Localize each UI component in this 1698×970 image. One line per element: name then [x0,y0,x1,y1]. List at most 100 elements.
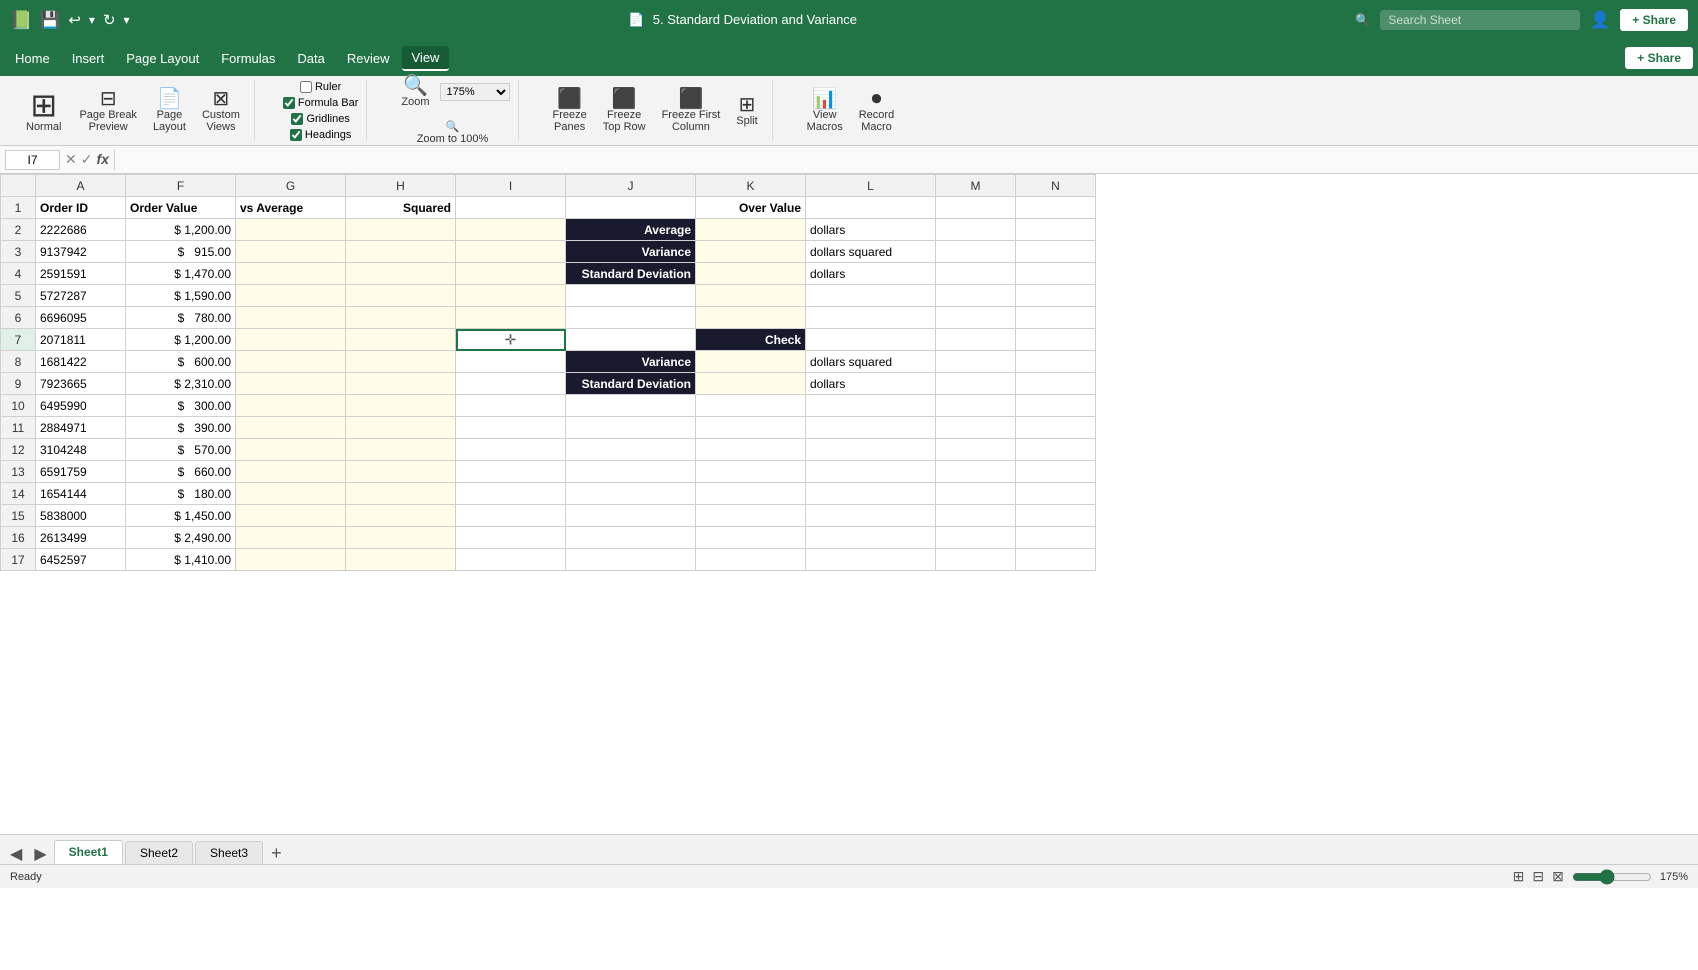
cell-A16[interactable]: 2613499 [36,527,126,549]
cell-F7[interactable]: $ 1,200.00 [126,329,236,351]
cell-L1[interactable] [806,197,936,219]
cell-K14[interactable] [696,483,806,505]
cell-J1[interactable] [566,197,696,219]
sheet-tab-sheet3[interactable]: Sheet3 [195,841,263,864]
cell-J11[interactable] [566,417,696,439]
page-layout-view-button-status[interactable]: ⊠ [1552,868,1564,885]
view-macros-button[interactable]: 📊 View Macros [801,85,849,137]
cell-N14[interactable] [1016,483,1096,505]
cell-M1[interactable] [936,197,1016,219]
cell-J12[interactable] [566,439,696,461]
cell-I17[interactable] [456,549,566,571]
cell-K15[interactable] [696,505,806,527]
cell-I1[interactable] [456,197,566,219]
cell-I3[interactable] [456,241,566,263]
cell-N3[interactable] [1016,241,1096,263]
cell-I7[interactable]: ✛ [456,329,566,351]
save-icon[interactable]: 💾 [40,10,60,30]
cell-K2[interactable] [696,219,806,241]
cell-G8[interactable] [236,351,346,373]
cell-K3[interactable] [696,241,806,263]
cell-A3[interactable]: 9137942 [36,241,126,263]
ruler-checkbox[interactable]: Ruler [300,81,341,93]
cell-J3[interactable]: Variance [566,241,696,263]
cell-M15[interactable] [936,505,1016,527]
cell-A8[interactable]: 1681422 [36,351,126,373]
cell-M14[interactable] [936,483,1016,505]
cell-J16[interactable] [566,527,696,549]
cell-A10[interactable]: 6495990 [36,395,126,417]
cell-J7[interactable] [566,329,696,351]
col-header-I[interactable]: I [456,175,566,197]
zoom-select[interactable]: 175% 100% 75% 50% [440,83,510,101]
normal-view-button[interactable]: ⊞ Normal [18,85,69,137]
menu-review[interactable]: Review [337,47,400,70]
cell-M12[interactable] [936,439,1016,461]
cell-H9[interactable] [346,373,456,395]
row-header-3[interactable]: 3 [1,241,36,263]
cell-G7[interactable] [236,329,346,351]
search-sheet-input[interactable] [1380,10,1580,30]
cell-F6[interactable]: $ 780.00 [126,307,236,329]
zoom-slider[interactable] [1572,869,1652,885]
col-header-H[interactable]: H [346,175,456,197]
split-button[interactable]: ⊞ Split [730,91,763,131]
cell-F1[interactable]: Order Value [126,197,236,219]
sheet-area[interactable]: A F G H I J K L M N 1 Order ID Order Va [0,174,1698,834]
freeze-panes-button[interactable]: ⬛ Freeze Panes [547,85,593,137]
cell-L13[interactable] [806,461,936,483]
cancel-icon[interactable]: ✕ [65,151,77,168]
headings-check-input[interactable] [290,129,302,141]
cell-N11[interactable] [1016,417,1096,439]
cell-L6[interactable] [806,307,936,329]
formula-bar-check-input[interactable] [283,97,295,109]
page-break-preview-button[interactable]: ⊟ Page Break Preview [73,85,142,137]
cell-I5[interactable] [456,285,566,307]
cell-K4[interactable] [696,263,806,285]
cell-G12[interactable] [236,439,346,461]
cell-F16[interactable]: $ 2,490.00 [126,527,236,549]
cell-L10[interactable] [806,395,936,417]
cell-I14[interactable] [456,483,566,505]
cell-N7[interactable] [1016,329,1096,351]
cell-H6[interactable] [346,307,456,329]
cell-M8[interactable] [936,351,1016,373]
cell-N15[interactable] [1016,505,1096,527]
col-header-J[interactable]: J [566,175,696,197]
cell-M3[interactable] [936,241,1016,263]
cell-J17[interactable] [566,549,696,571]
cell-L11[interactable] [806,417,936,439]
record-macro-button[interactable]: ⏺ Record Macro [853,85,900,137]
function-icon[interactable]: fx [96,151,108,168]
cell-H17[interactable] [346,549,456,571]
cell-G4[interactable] [236,263,346,285]
row-header-8[interactable]: 8 [1,351,36,373]
menu-home[interactable]: Home [5,47,60,70]
cell-H10[interactable] [346,395,456,417]
cell-J14[interactable] [566,483,696,505]
cell-G9[interactable] [236,373,346,395]
cell-L3[interactable]: dollars squared [806,241,936,263]
redo-icon[interactable]: ↻ [103,11,116,29]
cell-K5[interactable] [696,285,806,307]
row-header-1[interactable]: 1 [1,197,36,219]
col-header-M[interactable]: M [936,175,1016,197]
col-header-F[interactable]: F [126,175,236,197]
cell-H2[interactable] [346,219,456,241]
formula-input[interactable] [120,151,1693,169]
cell-I12[interactable] [456,439,566,461]
row-header-13[interactable]: 13 [1,461,36,483]
cell-G6[interactable] [236,307,346,329]
cell-M11[interactable] [936,417,1016,439]
cell-F5[interactable]: $ 1,590.00 [126,285,236,307]
undo-icon[interactable]: ↩ [68,11,81,29]
cell-F9[interactable]: $ 2,310.00 [126,373,236,395]
normal-view-button-status[interactable]: ⊞ [1513,868,1525,885]
sheet-tab-sheet2[interactable]: Sheet2 [125,841,193,864]
cell-F2[interactable]: $ 1,200.00 [126,219,236,241]
cell-G2[interactable] [236,219,346,241]
cell-L17[interactable] [806,549,936,571]
cell-H16[interactable] [346,527,456,549]
col-header-K[interactable]: K [696,175,806,197]
gridlines-check-input[interactable] [291,113,303,125]
